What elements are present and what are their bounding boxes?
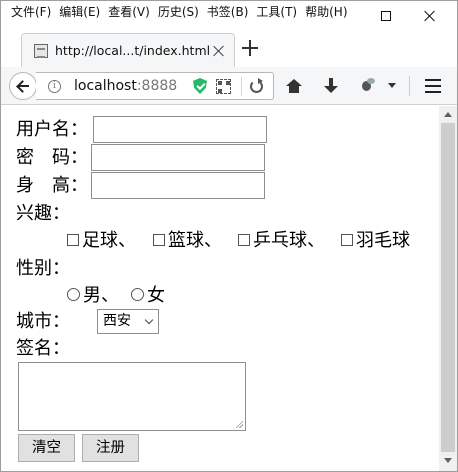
checkbox[interactable] xyxy=(238,234,250,246)
menu-help[interactable]: 帮助(H) xyxy=(301,4,351,20)
home-icon[interactable] xyxy=(286,79,302,93)
gender-female[interactable]: 女 xyxy=(131,285,165,307)
qr-code-icon[interactable] xyxy=(216,79,231,94)
shield-check-icon[interactable] xyxy=(193,78,207,94)
reset-button[interactable]: 清空 xyxy=(18,434,75,462)
download-icon[interactable] xyxy=(324,78,338,94)
page-favicon-icon xyxy=(34,44,48,58)
gender-male-label: 男、 xyxy=(83,285,119,306)
height-row: 身 高： xyxy=(16,175,88,197)
username-row: 用户名： xyxy=(16,119,88,141)
radio-button[interactable] xyxy=(67,288,80,301)
chevron-down-icon[interactable] xyxy=(388,83,396,88)
vertical-scrollbar[interactable] xyxy=(439,106,457,471)
url-host: localhost xyxy=(74,78,137,94)
menu-bookmarks[interactable]: 书签(B) xyxy=(203,4,253,20)
url-divider xyxy=(241,77,242,96)
navigation-toolbar: i localhost:8888 xyxy=(1,67,457,105)
gender-label: 性别： xyxy=(16,258,70,279)
toolbar-divider xyxy=(409,76,410,96)
browser-window: 文件(F) 编辑(E) 查看(V) 历史(S) 书签(B) 工具(T) 帮助(H… xyxy=(0,0,458,472)
tab-index-html[interactable]: http://local...t/index.html xyxy=(21,33,235,67)
tab-strip: http://local...t/index.html xyxy=(1,31,457,67)
bug-icon[interactable] xyxy=(358,78,375,93)
bug-wing xyxy=(367,78,375,84)
height-input[interactable] xyxy=(91,172,265,199)
gender-row: 性别： xyxy=(16,258,70,280)
maximize-icon xyxy=(381,11,391,21)
page-content: 用户名： 密 码： 身 高： 兴趣： 足球、 篮球、 乒乓球、 羽毛球 性别： 男、 女… xyxy=(1,106,439,471)
hobby-football[interactable]: 足球、 xyxy=(67,230,136,252)
gender-options: 男、 女 xyxy=(67,285,165,307)
url-text[interactable]: localhost:8888 xyxy=(74,78,177,94)
menu-view[interactable]: 查看(V) xyxy=(104,4,154,20)
hamburger-menu-icon[interactable] xyxy=(425,79,441,93)
gender-female-label: 女 xyxy=(147,285,165,306)
signature-label: 签名： xyxy=(16,338,70,359)
hobby-label: 兴趣： xyxy=(16,203,70,224)
tab-title: http://local...t/index.html xyxy=(55,43,211,58)
hobby-pingpong-label: 乒乓球、 xyxy=(253,230,325,251)
resize-grip-icon[interactable] xyxy=(235,420,243,428)
hobby-badminton[interactable]: 羽毛球 xyxy=(341,230,410,252)
reload-icon[interactable] xyxy=(250,78,263,93)
hobby-badminton-label: 羽毛球 xyxy=(356,230,410,251)
info-icon[interactable]: i xyxy=(48,80,61,93)
city-select[interactable]: 西安 xyxy=(97,309,159,334)
hobby-row: 兴趣： xyxy=(16,203,70,225)
maximize-button[interactable] xyxy=(363,1,409,31)
checkbox[interactable] xyxy=(67,234,79,246)
radio-button[interactable] xyxy=(131,288,144,301)
back-arrow-icon[interactable] xyxy=(9,72,37,100)
username-label: 用户名： xyxy=(16,119,88,140)
submit-button[interactable]: 注册 xyxy=(82,434,139,462)
hobby-basketball-label: 篮球、 xyxy=(168,230,222,251)
close-icon xyxy=(424,10,436,22)
password-label: 密 码： xyxy=(16,147,88,168)
menu-history[interactable]: 历史(S) xyxy=(154,4,203,20)
password-row: 密 码： xyxy=(16,147,88,169)
hobby-football-label: 足球、 xyxy=(82,230,136,251)
new-tab-plus-icon[interactable] xyxy=(241,39,259,57)
signature-textarea[interactable] xyxy=(18,362,246,431)
hobby-basketball[interactable]: 篮球、 xyxy=(153,230,222,252)
close-window-button[interactable] xyxy=(407,1,453,31)
city-label: 城市： xyxy=(16,311,70,332)
gender-male[interactable]: 男、 xyxy=(67,285,119,307)
city-row: 城市： xyxy=(16,311,70,333)
checkbox[interactable] xyxy=(341,234,353,246)
hobby-pingpong[interactable]: 乒乓球、 xyxy=(238,230,325,252)
signature-row: 签名： xyxy=(16,338,70,360)
scroll-down-icon[interactable] xyxy=(444,458,452,463)
height-label: 身 高： xyxy=(16,175,88,196)
menu-bar: 文件(F) 编辑(E) 查看(V) 历史(S) 书签(B) 工具(T) 帮助(H… xyxy=(9,4,352,20)
chevron-down-icon xyxy=(144,315,154,325)
menu-tools[interactable]: 工具(T) xyxy=(252,4,301,20)
username-input[interactable] xyxy=(93,116,267,143)
city-selected-value: 西安 xyxy=(103,313,131,329)
checkbox[interactable] xyxy=(153,234,165,246)
password-input[interactable] xyxy=(91,144,265,171)
hobby-options: 足球、 篮球、 乒乓球、 羽毛球 xyxy=(67,230,410,252)
scroll-thumb[interactable] xyxy=(441,123,455,452)
scroll-up-icon[interactable] xyxy=(444,112,452,117)
url-port: :8888 xyxy=(136,78,178,94)
menu-file[interactable]: 文件(F) xyxy=(9,4,55,20)
address-bar[interactable]: i localhost:8888 xyxy=(36,72,274,100)
menu-edit[interactable]: 编辑(E) xyxy=(55,4,104,20)
title-bar: 文件(F) 编辑(E) 查看(V) 历史(S) 书签(B) 工具(T) 帮助(H… xyxy=(1,1,457,31)
tab-close-icon[interactable] xyxy=(212,44,226,58)
